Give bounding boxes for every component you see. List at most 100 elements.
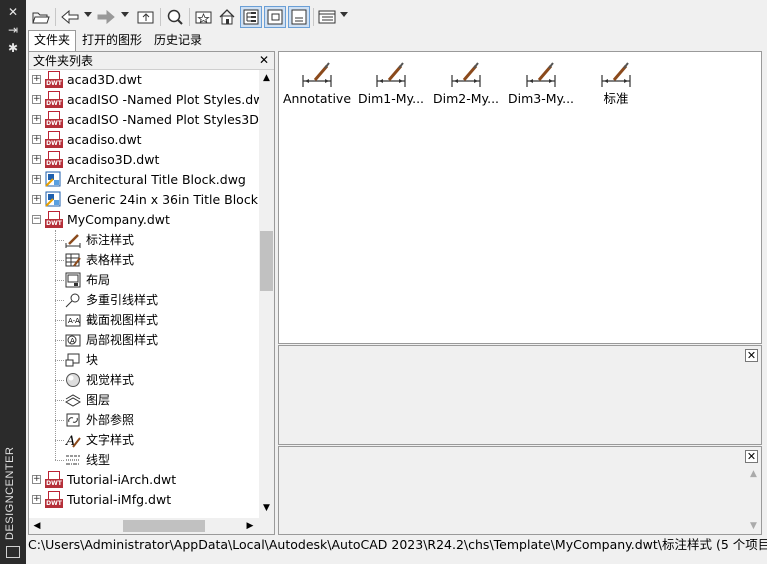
scroll-right-icon[interactable]: ▶ (245, 520, 255, 532)
dwt-file-icon: DWT (45, 211, 63, 229)
back-dropdown-icon[interactable] (84, 12, 92, 17)
tree-child-visual-style[interactable]: 视觉样式 (29, 370, 259, 390)
tab-open-drawings[interactable]: 打开的图形 (76, 30, 148, 51)
tree-node-label: acadiso3D.dwt (67, 152, 160, 167)
close-icon[interactable]: ✕ (6, 5, 20, 19)
tree-vertical-scrollbar[interactable]: ▲ ▼ (259, 70, 274, 518)
tree-child-section-view[interactable]: A-A 截面视图样式 (29, 310, 259, 330)
layer-icon (65, 394, 81, 407)
dimstyle-icon (526, 62, 556, 87)
tree-node-file-expanded[interactable]: − DWT MyCompany.dwt (29, 210, 259, 230)
visual-style-icon (66, 373, 80, 387)
xref-icon (66, 413, 80, 427)
expand-icon[interactable]: + (32, 75, 41, 84)
content-item-dimstyle[interactable]: Dim3-My... (503, 58, 579, 108)
tablestyle-icon (65, 253, 81, 267)
close-icon[interactable]: ✕ (258, 54, 270, 66)
tree-child-xref[interactable]: 外部参照 (29, 410, 259, 430)
back-button[interactable] (59, 6, 81, 28)
dwt-file-icon: DWT (45, 491, 63, 509)
tab-history[interactable]: 历史记录 (148, 30, 208, 51)
tree-horizontal-scrollbar[interactable]: ◀ ▶ (29, 518, 259, 534)
expand-icon[interactable]: + (32, 155, 41, 164)
palette-menu-icon[interactable] (6, 546, 20, 558)
content-item-dimstyle[interactable]: Dim2-My... (428, 58, 504, 108)
tree-child-detail-view[interactable]: A 局部视图样式 (29, 330, 259, 350)
scroll-up-icon[interactable]: ▲ (749, 469, 758, 479)
tree-node-file[interactable]: + DWT acadiso.dwt (29, 130, 259, 150)
tree-child-layer[interactable]: 图层 (29, 390, 259, 410)
tree-node-file[interactable]: + Architectural Title Block.dwg (29, 170, 259, 190)
tab-folders[interactable]: 文件夹 (28, 30, 77, 51)
tree-child-linetype[interactable]: 线型 (29, 450, 259, 470)
expand-icon[interactable]: + (32, 95, 41, 104)
expand-icon[interactable]: + (32, 495, 41, 504)
tree-view-toggle-button[interactable] (240, 6, 262, 28)
preview-toggle-button[interactable] (264, 6, 286, 28)
expand-icon[interactable]: + (32, 135, 41, 144)
tree-child-layout[interactable]: 布局 (29, 270, 259, 290)
expand-icon[interactable]: + (32, 175, 41, 184)
home-button[interactable] (216, 6, 238, 28)
search-button[interactable] (164, 6, 186, 28)
tab-bar: 文件夹 打开的图形 历史记录 (28, 30, 208, 51)
scroll-up-icon[interactable]: ▲ (262, 74, 271, 83)
tree-child-mleader[interactable]: 多重引线样式 (29, 290, 259, 310)
description-toggle-button[interactable] (288, 6, 310, 28)
forward-arrow-icon (97, 10, 115, 24)
views-button[interactable] (316, 6, 338, 28)
tree-node-file[interactable]: + DWT Tutorial-iArch.dwt (29, 470, 259, 490)
tree-child-label: 图层 (86, 393, 111, 407)
tree-child-dimstyle[interactable]: 标注样式 (29, 230, 259, 250)
content-item-label: Dim3-My... (507, 91, 575, 106)
text-style-icon: A (65, 434, 81, 448)
properties-icon[interactable]: ✱ (6, 41, 20, 55)
tree-node-file[interactable]: + DWT Tutorial-iMfg.dwt (29, 490, 259, 510)
tree-node-file[interactable]: + DWT acadISO -Named Plot Styles.dwt (29, 90, 259, 110)
tree-node-file[interactable]: + DWT acad3D.dwt (29, 70, 259, 90)
tree-node-label: acadiso.dwt (67, 132, 142, 147)
preview-icon (267, 9, 283, 25)
pin-icon[interactable]: ⇥ (6, 23, 20, 37)
scroll-down-icon[interactable]: ▼ (262, 504, 271, 513)
expand-icon[interactable]: + (32, 195, 41, 204)
views-icon (318, 10, 336, 24)
views-dropdown-icon[interactable] (340, 12, 348, 17)
open-folder-icon (32, 12, 50, 24)
tree-node-file[interactable]: + Generic 24in x 36in Title Block.dwg (29, 190, 259, 210)
up-button[interactable] (135, 6, 157, 28)
content-item-label: Annotative (282, 91, 352, 106)
description-scrollbar[interactable]: ▲ ▼ (746, 467, 761, 534)
dwt-file-icon: DWT (45, 151, 63, 169)
tree-child-label: 线型 (86, 453, 111, 467)
expand-icon[interactable]: + (32, 475, 41, 484)
scroll-thumb[interactable] (260, 231, 273, 291)
close-preview-icon[interactable]: ✕ (745, 349, 758, 362)
content-item-dimstyle[interactable]: 标准 (578, 58, 654, 108)
dwt-file-icon: DWT (45, 71, 63, 89)
tree-node-label: Generic 24in x 36in Title Block.dwg (67, 192, 259, 207)
tree-node-file[interactable]: + DWT acadiso3D.dwt (29, 150, 259, 170)
close-description-icon[interactable]: ✕ (745, 450, 758, 463)
detail-view-icon: A (65, 334, 81, 347)
collapse-icon[interactable]: − (32, 215, 41, 224)
tree-child-label: 标注样式 (86, 233, 135, 247)
scroll-thumb[interactable] (123, 520, 205, 532)
tree-child-block[interactable]: 块 (29, 350, 259, 370)
favorites-icon (195, 11, 212, 24)
forward-button[interactable] (95, 6, 117, 28)
tree-child-text-style[interactable]: A 文字样式 (29, 430, 259, 450)
content-item-dimstyle[interactable]: Dim1-My... (353, 58, 429, 108)
dwt-file-icon: DWT (45, 111, 63, 129)
status-bar: C:\Users\Administrator\AppData\Local\Aut… (26, 535, 767, 557)
scroll-down-icon[interactable]: ▼ (749, 521, 758, 531)
tree-child-tablestyle[interactable]: 表格样式 (29, 250, 259, 270)
tree-node-file[interactable]: + DWT acadISO -Named Plot Styles3D.dwt (29, 110, 259, 130)
scroll-left-icon[interactable]: ◀ (32, 520, 42, 532)
load-button[interactable] (30, 6, 52, 28)
tree-node-label: Tutorial-iMfg.dwt (67, 492, 172, 507)
forward-dropdown-icon[interactable] (121, 12, 129, 17)
content-item-dimstyle[interactable]: Annotative (279, 58, 355, 108)
expand-icon[interactable]: + (32, 115, 41, 124)
favorites-button[interactable] (193, 6, 215, 28)
